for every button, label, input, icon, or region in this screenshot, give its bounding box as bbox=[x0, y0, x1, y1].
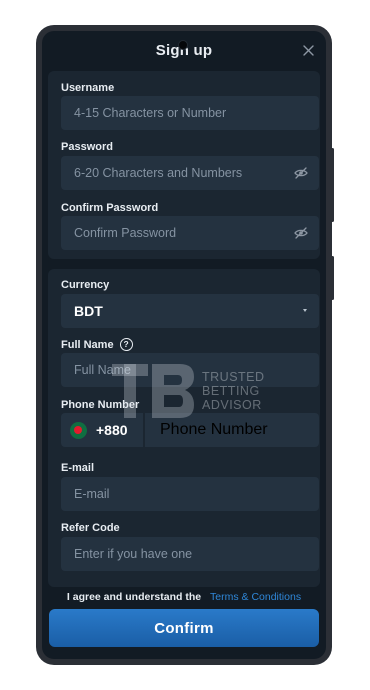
bangladesh-flag-icon bbox=[70, 421, 87, 439]
phone-side-button bbox=[331, 148, 334, 222]
full-name-label: Full Name ? bbox=[61, 338, 133, 351]
terms-link[interactable]: Terms & Conditions bbox=[210, 591, 301, 603]
close-icon[interactable] bbox=[300, 42, 316, 58]
chevron-down-icon bbox=[303, 309, 307, 312]
phone-number-placeholder: Phone Number bbox=[160, 421, 268, 438]
country-code: +880 bbox=[96, 422, 128, 438]
confirm-password-field[interactable]: Confirm Password bbox=[61, 216, 319, 250]
phone-number-label: Phone Number bbox=[61, 399, 140, 411]
profile-card: Currency BDT Full Name ? Full Name Phone… bbox=[48, 269, 320, 587]
eye-off-icon[interactable] bbox=[293, 226, 309, 240]
email-placeholder: E-mail bbox=[74, 487, 110, 501]
full-name-field[interactable]: Full Name bbox=[61, 353, 319, 387]
signup-screen: Sign up Username 4-15 Characters or Numb… bbox=[42, 31, 326, 659]
refer-code-label: Refer Code bbox=[61, 522, 120, 534]
camera-icon bbox=[178, 40, 188, 50]
full-name-placeholder: Full Name bbox=[74, 363, 131, 377]
modal-header: Sign up bbox=[42, 31, 326, 71]
phone-side-button bbox=[331, 256, 334, 300]
password-label: Password bbox=[61, 141, 113, 153]
username-field[interactable]: 4-15 Characters or Number bbox=[61, 96, 319, 130]
eye-off-icon[interactable] bbox=[293, 166, 309, 180]
username-label: Username bbox=[61, 82, 115, 94]
terms-agreement: I agree and understand the Terms & Condi… bbox=[42, 591, 326, 603]
password-field[interactable]: 6-20 Characters and Numbers bbox=[61, 156, 319, 190]
country-code-select[interactable]: +880 bbox=[61, 413, 143, 447]
help-icon[interactable]: ? bbox=[119, 338, 133, 351]
email-label: E-mail bbox=[61, 462, 95, 474]
confirm-password-label: Confirm Password bbox=[61, 202, 159, 214]
username-placeholder: 4-15 Characters or Number bbox=[74, 106, 227, 120]
currency-select[interactable]: BDT bbox=[61, 294, 319, 328]
account-card: Username 4-15 Characters or Number Passw… bbox=[48, 71, 320, 259]
phone-number-field[interactable]: Phone Number bbox=[145, 413, 319, 447]
refer-code-field[interactable]: Enter if you have one bbox=[61, 537, 319, 571]
agreement-text: I agree and understand the bbox=[66, 591, 202, 603]
currency-label: Currency bbox=[61, 279, 110, 291]
confirm-password-placeholder: Confirm Password bbox=[74, 226, 177, 240]
currency-value: BDT bbox=[74, 303, 103, 319]
confirm-button[interactable]: Confirm bbox=[49, 609, 319, 647]
refer-code-placeholder: Enter if you have one bbox=[74, 547, 193, 561]
password-placeholder: 6-20 Characters and Numbers bbox=[74, 166, 243, 180]
email-field[interactable]: E-mail bbox=[61, 477, 319, 511]
